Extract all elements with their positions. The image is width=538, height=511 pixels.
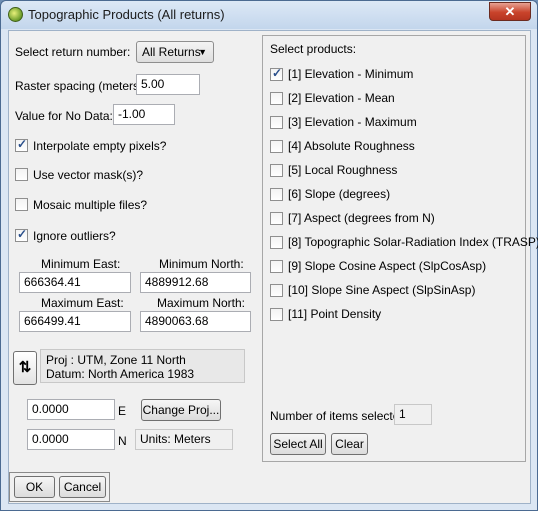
product-checkbox[interactable]	[270, 116, 283, 129]
product-checkbox[interactable]	[270, 236, 283, 249]
easting-offset-label: E	[118, 404, 127, 418]
dialog-window: Topographic Products (All returns) ✕ Sel…	[0, 0, 538, 511]
vector-mask-checkbox[interactable]	[15, 168, 28, 181]
product-label: [6] Slope (degrees)	[288, 187, 391, 201]
product-label: [1] Elevation - Minimum	[288, 67, 414, 81]
vector-mask-label: Use vector mask(s)?	[33, 168, 144, 182]
product-checkbox[interactable]	[270, 212, 283, 225]
product-label: [7] Aspect (degrees from N)	[288, 211, 435, 225]
interpolate-checkbox[interactable]: ✓	[15, 137, 28, 152]
items-selected-label: Number of items selected:	[270, 409, 410, 423]
return-number-value: All Returns	[142, 45, 201, 59]
product-checkbox[interactable]	[270, 260, 283, 273]
product-label: [11] Point Density	[288, 307, 382, 321]
ignore-outliers-checkbox[interactable]: ✓	[15, 227, 28, 242]
change-proj-button[interactable]: Change Proj...	[141, 399, 221, 421]
ok-button[interactable]: OK	[14, 476, 55, 498]
product-label: [2] Elevation - Mean	[288, 91, 395, 105]
product-label: [10] Slope Sine Aspect (SlpSinAsp)	[288, 283, 476, 297]
items-selected-count: 1	[394, 404, 432, 425]
select-return-label: Select return number:	[15, 45, 131, 59]
mosaic-label: Mosaic multiple files?	[33, 198, 148, 212]
northing-offset-label: N	[118, 434, 127, 448]
product-label: [4] Absolute Roughness	[288, 139, 415, 153]
min-north-input[interactable]: 4889912.68	[140, 272, 251, 293]
datum-text: Datum: North America 1983	[46, 367, 195, 381]
swap-coordinates-button[interactable]: ⇅	[13, 351, 37, 385]
check-icon: ✓	[272, 66, 283, 80]
product-label: [5] Local Roughness	[288, 163, 398, 177]
units-display: Units: Meters	[135, 429, 233, 450]
proj-text: Proj : UTM, Zone 11 North	[46, 353, 186, 367]
max-east-label: Maximum East:	[41, 296, 124, 310]
max-north-input[interactable]: 4890063.68	[140, 311, 251, 332]
clear-button[interactable]: Clear	[331, 433, 368, 455]
min-east-label: Minimum East:	[41, 257, 121, 271]
dialog-buttons-frame: OK Cancel	[9, 472, 110, 502]
northing-offset-input[interactable]: 0.0000	[27, 429, 115, 450]
return-number-dropdown[interactable]: All Returns ▼	[136, 41, 214, 63]
product-checkbox[interactable]	[270, 92, 283, 105]
title-bar[interactable]: Topographic Products (All returns) ✕	[1, 1, 537, 29]
cancel-button[interactable]: Cancel	[59, 476, 106, 498]
product-checkbox[interactable]: ✓	[270, 66, 283, 81]
dialog-body: Select return number: All Returns ▼ Rast…	[8, 30, 538, 504]
nodata-label: Value for No Data:	[15, 109, 113, 123]
check-icon: ✓	[17, 227, 28, 241]
interpolate-label: Interpolate empty pixels?	[33, 139, 167, 153]
product-checkbox[interactable]	[270, 188, 283, 201]
product-checkbox[interactable]	[270, 164, 283, 177]
product-label: [8] Topographic Solar-Radiation Index (T…	[288, 235, 538, 249]
app-logo-icon	[8, 7, 23, 22]
window-title: Topographic Products (All returns)	[28, 7, 225, 22]
close-button[interactable]: ✕	[489, 2, 531, 21]
select-products-label: Select products:	[270, 42, 357, 56]
mosaic-checkbox[interactable]	[15, 198, 28, 211]
product-label: [9] Slope Cosine Aspect (SlpCosAsp)	[288, 259, 487, 273]
raster-spacing-label: Raster spacing (meters):	[15, 79, 147, 93]
min-east-input[interactable]: 666364.41	[19, 272, 131, 293]
select-all-button[interactable]: Select All	[270, 433, 326, 455]
max-north-label: Maximum North:	[157, 296, 246, 310]
swap-arrows-icon: ⇅	[18, 359, 32, 376]
product-checkbox[interactable]	[270, 284, 283, 297]
max-east-input[interactable]: 666499.41	[19, 311, 131, 332]
nodata-input[interactable]: -1.00	[113, 104, 175, 125]
projection-info-panel: Proj : UTM, Zone 11 North Datum: North A…	[40, 349, 245, 383]
product-checkbox[interactable]	[270, 140, 283, 153]
products-panel: Select products: ✓ [1] Elevation - Minim…	[262, 35, 538, 462]
product-label: [3] Elevation - Maximum	[288, 115, 417, 129]
check-icon: ✓	[17, 137, 28, 151]
easting-offset-input[interactable]: 0.0000	[27, 399, 115, 420]
min-north-label: Minimum North:	[159, 257, 244, 271]
ignore-outliers-label: Ignore outliers?	[33, 229, 116, 243]
product-checkbox[interactable]	[270, 308, 283, 321]
dropdown-arrow-icon: ▼	[198, 47, 207, 57]
raster-spacing-input[interactable]: 5.00	[136, 74, 200, 95]
